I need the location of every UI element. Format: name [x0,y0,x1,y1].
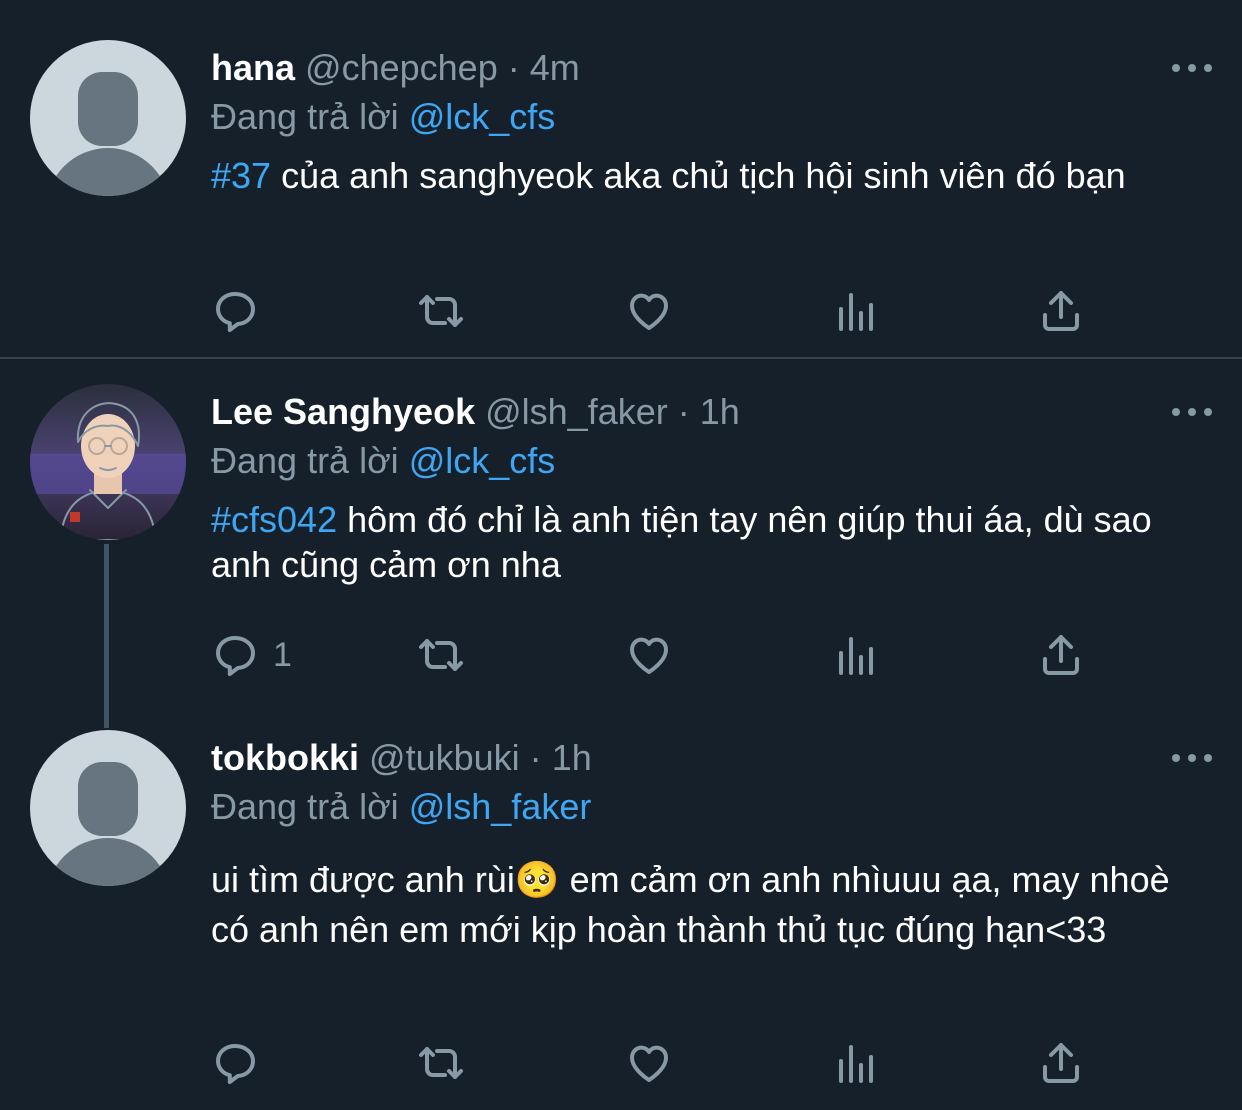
avatar[interactable] [30,384,186,540]
retweet-icon [419,639,463,671]
display-name[interactable]: hana [211,47,295,88]
retweet-button[interactable] [417,630,465,680]
hashtag[interactable]: #37 [211,155,271,196]
tweet-header: Lee Sanghyeok @lsh_faker · 1h [211,392,1202,432]
replying-to: Đang trả lời @lck_cfs [211,441,1202,481]
reply-icon [216,636,255,676]
display-name[interactable]: tokbokki [211,737,359,778]
replying-prefix: Đang trả lời [211,786,399,827]
separator: · [507,47,520,88]
avatar[interactable] [30,730,186,886]
replying-prefix: Đang trả lời [211,96,399,137]
share-icon [1043,1043,1079,1083]
reply-count: 1 [273,635,292,674]
like-button[interactable] [625,630,673,680]
replying-mention[interactable]: @lck_cfs [409,96,556,137]
reply-icon [216,292,255,332]
reply-button[interactable] [211,286,273,336]
replying-mention[interactable]: @lck_cfs [409,440,556,481]
default-avatar-body [46,838,170,886]
replying-to: Đang trả lời @lck_cfs [211,97,1202,137]
separator: · [677,391,690,432]
replying-mention[interactable]: @lsh_faker [409,786,592,827]
share-icon [1043,635,1079,675]
more-icon[interactable] [1172,62,1212,74]
more-icon[interactable] [1172,406,1212,418]
share-icon [1043,291,1079,331]
default-avatar-body [46,148,170,196]
retweet-button[interactable] [417,1038,465,1088]
share-button[interactable] [1037,286,1085,336]
handle[interactable]: @lsh_faker [485,391,668,432]
tweet-1[interactable]: hana @chepchep · 4m Đang trả lời @lck_cf… [0,0,1242,358]
tweet-body: của anh sanghyeok aka chủ tịch hội sinh … [271,155,1126,196]
retweet-button[interactable] [417,286,465,336]
default-avatar-head [78,762,138,836]
reply-button[interactable] [211,1038,273,1088]
more-icon[interactable] [1172,752,1212,764]
analytics-button[interactable] [831,1038,879,1088]
analytics-icon [839,293,873,331]
separator: · [529,737,542,778]
handle[interactable]: @chepchep [305,47,498,88]
tweet-body: hôm đó chỉ là anh tiện tay nên giúp thui… [211,499,1152,585]
share-button[interactable] [1037,1038,1085,1088]
thread-connector-line [104,544,109,728]
analytics-icon [839,637,873,675]
analytics-button[interactable] [831,630,879,680]
tweet-text: ui tìm được anh rùi🥺 em cảm ơn anh nhìuu… [211,855,1202,955]
timestamp[interactable]: 4m [530,47,580,88]
tweet-text: #37 của anh sanghyeok aka chủ tịch hội s… [211,153,1202,198]
display-name[interactable]: Lee Sanghyeok [211,391,475,432]
timestamp[interactable]: 1h [552,737,592,778]
tweet-2[interactable]: Lee Sanghyeok @lsh_faker · 1h Đang trả l… [0,359,1242,729]
handle[interactable]: @tukbuki [369,737,520,778]
avatar[interactable] [30,40,186,196]
like-button[interactable] [625,286,673,336]
tweet-header: hana @chepchep · 4m [211,48,1202,88]
retweet-icon [419,295,463,327]
like-button[interactable] [625,1038,673,1088]
replying-to: Đang trả lời @lsh_faker [211,787,1202,827]
like-icon [630,1045,668,1082]
tweet-body: ui tìm được anh rùi🥺 em cảm ơn anh nhìuu… [211,859,1170,950]
reply-button[interactable]: 1 [211,630,292,680]
tweet-3[interactable]: tokbokki @tukbuki · 1h Đang trả lời @lsh… [0,730,1242,1110]
timestamp[interactable]: 1h [700,391,740,432]
replying-prefix: Đang trả lời [211,440,399,481]
like-icon [630,637,668,674]
tweet-header: tokbokki @tukbuki · 1h [211,738,1202,778]
hashtag[interactable]: #cfs042 [211,499,337,540]
reply-icon [216,1044,255,1084]
retweet-icon [419,1047,463,1079]
default-avatar-head [78,72,138,146]
share-button[interactable] [1037,630,1085,680]
profile-photo [30,384,186,540]
analytics-icon [839,1045,873,1083]
tweet-text: #cfs042 hôm đó chỉ là anh tiện tay nên g… [211,497,1202,587]
like-icon [630,293,668,330]
analytics-button[interactable] [831,286,879,336]
